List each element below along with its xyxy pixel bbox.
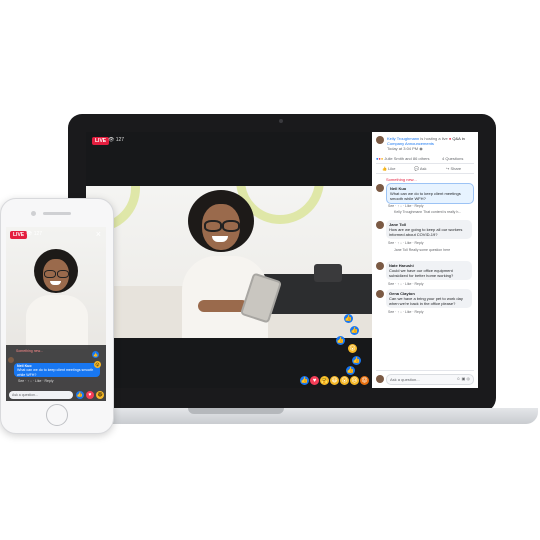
comment-actions[interactable]: See · ↑ ↓ · Like · Reply — [388, 204, 423, 208]
comment-actions[interactable]: See · ↑ ↓ · Like · Reply — [388, 241, 423, 245]
live-video-player[interactable]: LIVE 👁 127 👍 👍 👍 😮 👍 👍 👍 ♥ 🤗 😆 😮 😢 😡 — [86, 132, 372, 388]
viewer-count: 👁 127 — [26, 231, 43, 237]
wow-icon: ● — [380, 156, 384, 161]
comment-tag: Something new... — [386, 177, 417, 182]
like-reaction-icon: 👍 — [350, 326, 359, 335]
comment-bubble: Neil Kuo What can we do to keep client m… — [386, 183, 474, 204]
comment-actions[interactable]: See · ↑ ↓ · Like · Reply — [18, 379, 53, 383]
phone-frame: LIVE 👁 127 × Something new... Neil Kuo W… — [0, 198, 114, 434]
host-avatar[interactable] — [376, 136, 384, 144]
like-reaction-icon: 👍 — [346, 366, 355, 375]
like-reaction-icon: 👍 — [344, 314, 353, 323]
like-icon[interactable]: 👍 — [76, 391, 84, 399]
reaction-summary[interactable]: ●●● Julie Smith and 86 others — [376, 156, 430, 161]
wow-reaction-icon: 😮 — [94, 361, 101, 368]
close-icon[interactable]: × — [96, 229, 101, 239]
emoji-gif-icons[interactable]: ☺ ▣ ◎ — [456, 376, 470, 381]
speaker-grille — [43, 212, 71, 215]
comment-text: Could we have our office equipment subsi… — [389, 268, 454, 278]
laptop-screen: LIVE 👁 127 👍 👍 👍 😮 👍 👍 👍 ♥ 🤗 😆 😮 😢 😡 Kel… — [86, 132, 478, 388]
user-avatar — [376, 375, 384, 383]
comment-text: Can we have a bring your pet to work day… — [389, 296, 463, 306]
live-badge: LIVE — [92, 137, 110, 145]
thumb-icon: 👍 — [382, 166, 387, 171]
laptop-base — [80, 408, 538, 424]
haha-icon[interactable]: 😆 — [96, 391, 104, 399]
home-button[interactable] — [46, 404, 68, 426]
divider — [376, 370, 474, 371]
laptop-notch — [188, 408, 284, 414]
ask-button[interactable]: 💬 Ask — [414, 166, 427, 171]
reaction-bar[interactable]: 👍 ♥ 🤗 😆 😮 😢 😡 — [300, 376, 370, 386]
front-camera — [31, 211, 36, 216]
comments-panel: Kelly Troughmann is hosting a live ● Q&A… — [372, 132, 478, 388]
care-icon[interactable]: 🤗 — [320, 376, 329, 385]
wow-reaction-icon: 😮 — [348, 344, 357, 353]
commenter-avatar[interactable] — [376, 290, 384, 298]
comment-actions[interactable]: See · ↑ ↓ · Like · Reply — [388, 282, 423, 286]
comment-tag: Something new... — [16, 349, 43, 353]
share-button[interactable]: ↪ Share — [446, 166, 461, 171]
share-icon: ↪ — [446, 166, 450, 171]
love-icon[interactable]: ♥ — [86, 391, 94, 399]
comment-text: What can we do to keep client meetings s… — [390, 191, 461, 201]
commenter-avatar[interactable] — [376, 184, 384, 192]
live-dot-icon: ● — [448, 136, 452, 141]
commenter-avatar[interactable] — [376, 262, 384, 270]
input-placeholder: Ask a question... — [390, 377, 420, 382]
angry-icon[interactable]: 😡 — [360, 376, 369, 385]
comment-icon: 💬 — [414, 166, 419, 171]
divider — [376, 163, 474, 164]
love-icon[interactable]: ♥ — [310, 376, 319, 385]
like-button[interactable]: 👍 Like — [382, 166, 395, 171]
phone-screen: LIVE 👁 127 × Something new... Neil Kuo W… — [6, 227, 106, 401]
live-badge: LIVE — [10, 231, 28, 239]
presenter — [174, 190, 294, 338]
comment-text: What can we do to keep client meetings s… — [17, 368, 94, 377]
questions-count[interactable]: 4 Questions — [442, 156, 463, 161]
comment-bubble: Nate Harushi Could we have our office eq… — [386, 261, 472, 280]
like-reaction-icon: 👍 — [352, 356, 361, 365]
comment-bubble: Neil Kuo What can we do to keep client m… — [14, 363, 100, 377]
post-timestamp: Today at 3:04 PM ◉ — [387, 146, 423, 151]
comment-reply[interactable]: Kelly Troughmann That content is really … — [394, 210, 461, 214]
viewer-count: 👁 127 — [108, 137, 125, 143]
ask-question-input[interactable]: Ask a question... — [9, 391, 73, 399]
comment-text: How are we going to keep all our workers… — [389, 227, 463, 237]
globe-icon: ◉ — [419, 146, 423, 151]
comment-bubble: Jane Toll How are we going to keep all o… — [386, 220, 472, 239]
commenter-avatar[interactable] — [8, 357, 14, 363]
comment-actions[interactable]: See · ↑ ↓ · Like · Reply — [388, 310, 423, 314]
sad-icon[interactable]: 😢 — [350, 376, 359, 385]
like-icon[interactable]: 👍 — [300, 376, 309, 385]
comment-reply[interactable]: Jane Toll Really some question here — [394, 248, 450, 252]
event-title: Q&A in — [452, 136, 465, 141]
comment-bubble: Gena Clayton Can we have a bring your pe… — [386, 289, 472, 308]
like-reaction-icon: 👍 — [92, 351, 99, 358]
commenter-avatar[interactable] — [376, 221, 384, 229]
presenter — [24, 249, 94, 349]
haha-icon[interactable]: 😆 — [330, 376, 339, 385]
like-reaction-icon: 👍 — [336, 336, 345, 345]
desk-phone — [314, 264, 342, 282]
divider — [376, 173, 474, 174]
wow-icon[interactable]: 😮 — [340, 376, 349, 385]
webcam-dot — [279, 119, 283, 123]
floating-reactions: 👍 👍 👍 😮 👍 👍 — [300, 314, 361, 375]
ask-question-input[interactable]: Ask a question... ☺ ▣ ◎ — [386, 374, 474, 385]
